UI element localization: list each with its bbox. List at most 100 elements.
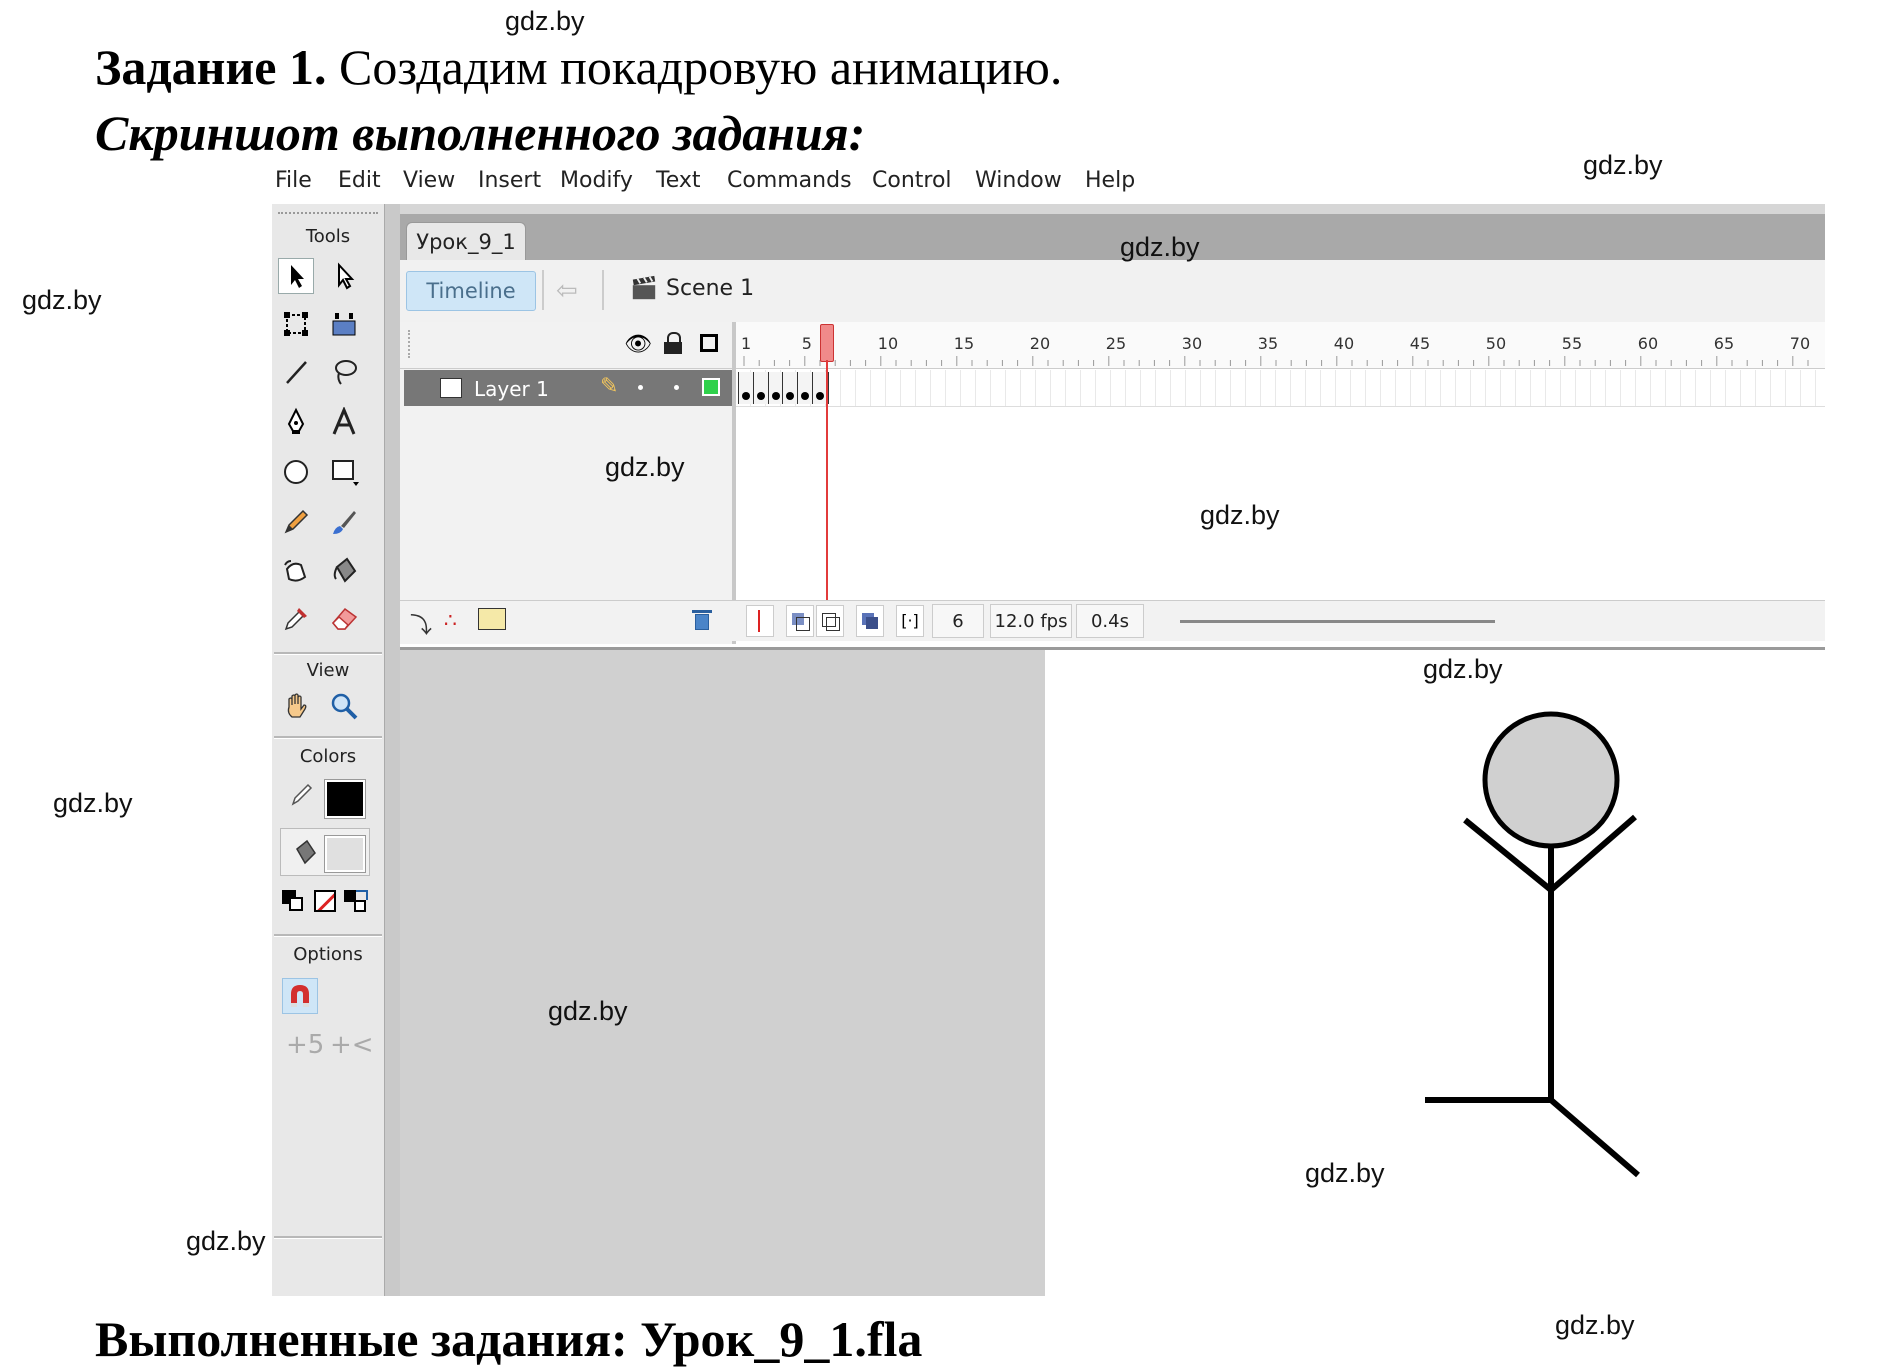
eyedropper-icon	[284, 608, 307, 631]
gradient-transform-icon	[332, 313, 356, 336]
keyframe[interactable]	[738, 372, 754, 404]
center-frame-button[interactable]	[746, 605, 774, 637]
frame-rate[interactable]: 12.0 fps	[990, 604, 1072, 638]
paint-bucket-icon	[296, 839, 316, 865]
menu-window[interactable]: Window	[975, 168, 1062, 193]
stick-figure[interactable]	[1400, 700, 1670, 1190]
trash-icon[interactable]	[692, 608, 712, 630]
layer-color-swatch[interactable]	[702, 378, 720, 396]
visibility-dot[interactable]	[638, 385, 643, 390]
selection-tool[interactable]	[278, 258, 314, 294]
insert-layer-icon[interactable]: ⤵	[410, 608, 432, 640]
eye-icon[interactable]: 👁	[624, 332, 652, 357]
ruler-label: 15	[953, 334, 975, 353]
menu-file[interactable]: File	[275, 168, 312, 193]
brush-tool[interactable]	[326, 504, 362, 540]
fill-bucket-icon	[286, 834, 322, 870]
hand-tool[interactable]	[278, 688, 314, 724]
keyframe[interactable]	[767, 372, 784, 404]
pen-icon	[287, 407, 305, 434]
pencil-icon	[284, 509, 309, 534]
line-tool[interactable]	[278, 354, 314, 390]
edit-bar	[400, 260, 1825, 323]
watermark: gdz.by	[1305, 1158, 1385, 1188]
scene-label: Scene 1	[666, 275, 755, 301]
tools-title: Tools	[305, 226, 351, 247]
no-color-icon[interactable]	[314, 890, 336, 912]
menu-control[interactable]: Control	[872, 168, 952, 193]
playhead[interactable]	[820, 324, 834, 362]
watermark: gdz.by	[548, 996, 628, 1026]
scene-breadcrumb[interactable]: Scene 1	[630, 274, 754, 302]
layer-row[interactable]: Layer 1 ✎	[404, 370, 732, 406]
menu-text[interactable]: Text	[656, 168, 701, 193]
magnet-icon	[291, 985, 309, 1007]
pencil-tool[interactable]	[278, 504, 314, 540]
menu-view[interactable]: View	[403, 168, 455, 193]
panel-grip[interactable]	[278, 212, 378, 220]
arrow-icon	[291, 265, 304, 288]
oval-tool[interactable]	[278, 454, 314, 490]
gradient-transform-tool[interactable]	[326, 306, 362, 342]
modify-onion-markers-button[interactable]: [·]	[896, 605, 924, 637]
ruler-label: 65	[1713, 334, 1735, 353]
text-tool[interactable]	[326, 404, 362, 440]
straighten-icon: +<	[330, 1030, 374, 1060]
keyframe[interactable]	[782, 372, 799, 404]
clapperboard-icon	[632, 275, 656, 300]
ink-bottle-tool[interactable]	[278, 552, 314, 588]
back-arrow-icon[interactable]: ⇦	[556, 276, 586, 306]
rectangle-tool[interactable]	[326, 454, 362, 490]
edit-multiple-frames-button[interactable]	[856, 605, 884, 637]
watermark: gdz.by	[186, 1226, 266, 1256]
ruler-label: 60	[1637, 334, 1659, 353]
onion-skin-button[interactable]	[786, 605, 814, 637]
lasso-tool[interactable]	[326, 354, 362, 390]
menu-commands[interactable]: Commands	[727, 168, 852, 193]
lock-icon[interactable]	[664, 332, 682, 354]
subselection-tool[interactable]	[326, 258, 362, 294]
timeline-scrollbar[interactable]	[1180, 620, 1495, 623]
frames-row[interactable]	[736, 370, 1825, 407]
pencil-icon	[291, 783, 313, 806]
pen-tool[interactable]	[278, 404, 314, 440]
footer-heading: Выполненные задания: Урок_9_1.fla	[95, 1311, 923, 1367]
insert-folder-icon[interactable]	[478, 608, 506, 630]
default-colors-icon[interactable]	[282, 890, 304, 912]
hand-icon	[287, 693, 307, 718]
outline-icon[interactable]	[700, 334, 718, 352]
onion-skin-outlines-button[interactable]	[816, 605, 844, 637]
lock-dot[interactable]	[674, 385, 679, 390]
options-title: Options	[293, 944, 363, 965]
keyframe[interactable]	[752, 372, 769, 404]
free-transform-tool[interactable]	[278, 306, 314, 342]
ruler-label: 25	[1105, 334, 1127, 353]
menu-modify[interactable]: Modify	[560, 168, 633, 193]
panel-splitter[interactable]	[384, 204, 401, 1296]
ruler-label: 30	[1181, 334, 1203, 353]
add-motion-guide-icon[interactable]: ∴	[444, 608, 457, 632]
watermark: gdz.by	[1583, 150, 1663, 180]
ruler-label: 20	[1029, 334, 1051, 353]
menu-insert[interactable]: Insert	[478, 168, 541, 193]
zoom-tool[interactable]	[326, 688, 362, 724]
pencil-icon: ✎	[600, 374, 619, 399]
document-tab[interactable]: Урок_9_1	[406, 222, 526, 261]
snap-to-objects-toggle[interactable]	[282, 978, 318, 1014]
timeline-grip[interactable]	[408, 330, 414, 358]
rectangle-icon	[332, 460, 359, 486]
document-tab-bar	[400, 214, 1825, 260]
fill-color-swatch[interactable]	[324, 835, 366, 873]
stroke-color-swatch[interactable]	[324, 779, 366, 819]
oval-icon	[284, 460, 308, 484]
watermark: gdz.by	[1555, 1310, 1635, 1340]
menu-help[interactable]: Help	[1085, 168, 1135, 193]
menu-edit[interactable]: Edit	[338, 168, 381, 193]
timeline-button[interactable]: Timeline	[406, 271, 536, 311]
eraser-tool[interactable]	[326, 600, 362, 636]
eyedropper-tool[interactable]	[278, 600, 314, 636]
paint-bucket-tool[interactable]	[326, 552, 362, 588]
keyframe[interactable]	[797, 372, 814, 404]
swap-colors-icon[interactable]	[344, 890, 368, 912]
ruler-label: 35	[1257, 334, 1279, 353]
